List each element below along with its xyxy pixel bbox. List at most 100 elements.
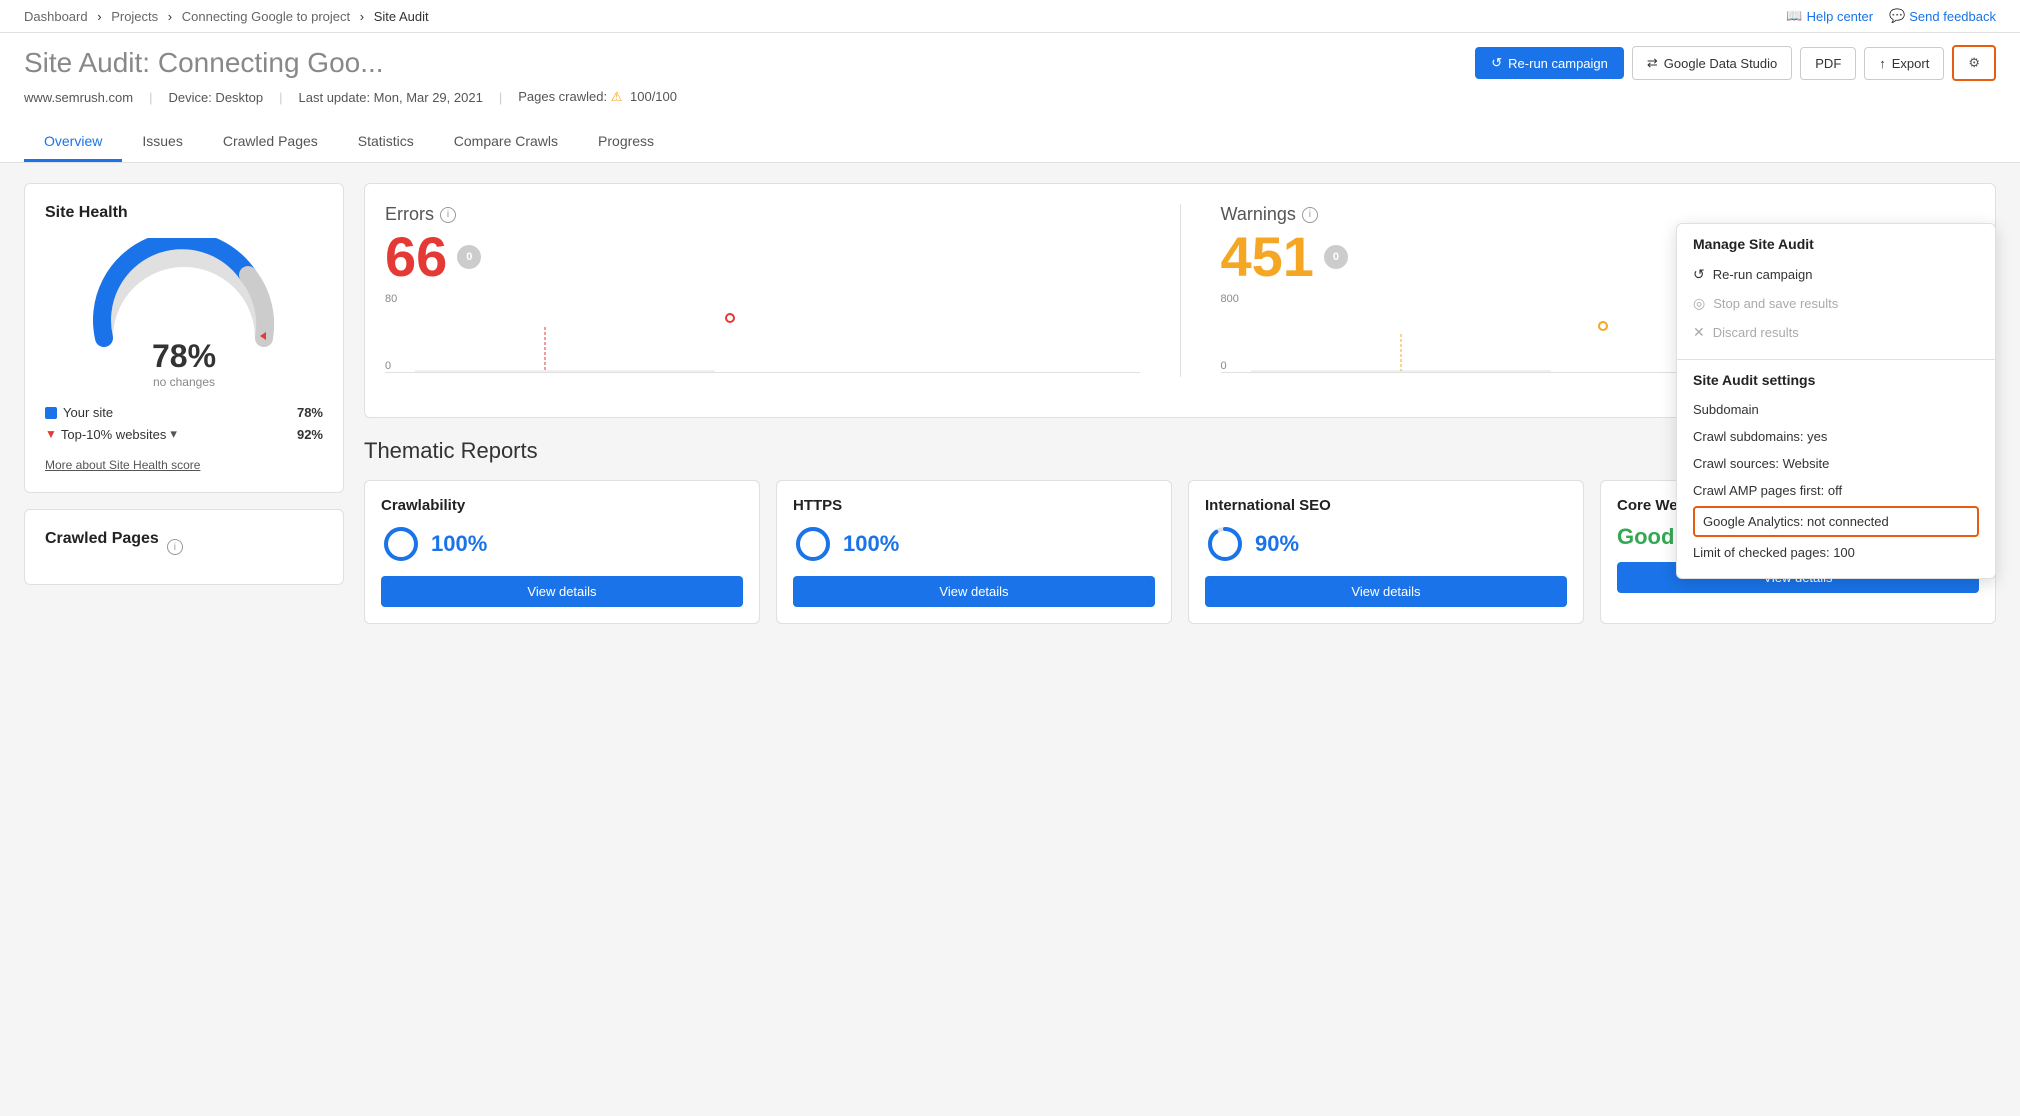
feedback-icon: 💬 bbox=[1889, 8, 1905, 24]
report-https: HTTPS 100% View details bbox=[776, 480, 1172, 624]
dropdown-menu: Manage Site Audit ↺ Re-run campaign ◎ St… bbox=[1676, 223, 1996, 579]
header-buttons: ↺ Re-run campaign ⇄ Google Data Studio P… bbox=[1475, 45, 1996, 81]
pages-crawled-label: Pages crawled: ⚠ 100/100 bbox=[518, 89, 677, 105]
dropdown-crawl-subdomains[interactable]: Crawl subdomains: yes bbox=[1693, 423, 1979, 450]
export-icon: ↑ bbox=[1879, 56, 1886, 71]
top10-dropdown-icon[interactable]: ▾ bbox=[170, 426, 177, 442]
gear-icon: ⚙ bbox=[1968, 55, 1980, 71]
dropdown-rerun[interactable]: ↺ Re-run campaign bbox=[1693, 260, 1979, 289]
red-arrow-icon: ▼ bbox=[45, 427, 57, 441]
tab-crawled-pages[interactable]: Crawled Pages bbox=[203, 123, 338, 162]
https-view-button[interactable]: View details bbox=[793, 576, 1155, 607]
tab-progress[interactable]: Progress bbox=[578, 123, 674, 162]
tab-issues[interactable]: Issues bbox=[122, 123, 202, 162]
rerun-dropdown-icon: ↺ bbox=[1693, 266, 1705, 283]
stop-icon: ◎ bbox=[1693, 295, 1705, 312]
rerun-campaign-button[interactable]: ↺ Re-run campaign bbox=[1475, 47, 1624, 79]
breadcrumb-project[interactable]: Connecting Google to project bbox=[182, 9, 350, 24]
crawlability-value: 100% bbox=[431, 531, 487, 557]
export-button[interactable]: ↑ Export bbox=[1864, 47, 1944, 80]
warnings-badge: 0 bbox=[1324, 245, 1348, 269]
tab-overview[interactable]: Overview bbox=[24, 123, 122, 162]
https-metric: 100% bbox=[793, 524, 1155, 564]
top-bar: Dashboard › Projects › Connecting Google… bbox=[0, 0, 2020, 33]
dropdown-limit[interactable]: Limit of checked pages: 100 bbox=[1693, 539, 1979, 566]
gauge-percent: 78% bbox=[152, 338, 216, 375]
crawled-pages-card: Crawled Pages i bbox=[24, 509, 344, 585]
pdf-button[interactable]: PDF bbox=[1800, 47, 1856, 80]
errors-chart-svg bbox=[415, 312, 715, 372]
site-health-card: Site Health 78% no changes bbox=[24, 183, 344, 493]
report-crawlability: Crawlability 100% View details bbox=[364, 480, 760, 624]
warnings-label: Warnings i bbox=[1221, 204, 1976, 225]
https-title: HTTPS bbox=[793, 497, 1155, 514]
errors-chart-top: 80 bbox=[385, 293, 397, 305]
intl-seo-circle bbox=[1205, 524, 1245, 564]
top10-value: 92% bbox=[297, 427, 323, 442]
warning-icon: ⚠ bbox=[611, 89, 626, 104]
crawlability-view-button[interactable]: View details bbox=[381, 576, 743, 607]
last-update-label: Last update: Mon, Mar 29, 2021 bbox=[299, 90, 483, 105]
tab-compare-crawls[interactable]: Compare Crawls bbox=[434, 123, 578, 162]
crawled-pages-info-icon[interactable]: i bbox=[167, 539, 183, 555]
domain-label: www.semrush.com bbox=[24, 90, 133, 105]
more-about-site-health-link[interactable]: More about Site Health score bbox=[45, 458, 200, 472]
rerun-icon: ↺ bbox=[1491, 55, 1502, 71]
settings-gear-button[interactable]: ⚙ bbox=[1952, 45, 1996, 81]
intl-seo-view-button[interactable]: View details bbox=[1205, 576, 1567, 607]
https-circle bbox=[793, 524, 833, 564]
breadcrumb-dashboard[interactable]: Dashboard bbox=[24, 9, 88, 24]
errors-block: Errors i 66 0 80 0 bbox=[385, 204, 1140, 377]
crawlability-title: Crawlability bbox=[381, 497, 743, 514]
breadcrumb-current: Site Audit bbox=[374, 9, 429, 24]
gauge-label: no changes bbox=[152, 375, 216, 389]
warnings-info-icon[interactable]: i bbox=[1302, 207, 1318, 223]
page-title: Site Audit: Connecting Goo... bbox=[24, 47, 384, 79]
dropdown-crawl-amp[interactable]: Crawl AMP pages first: off bbox=[1693, 477, 1979, 504]
top-actions: 📖 Help center 💬 Send feedback bbox=[1786, 8, 1996, 24]
warnings-value: 451 bbox=[1221, 229, 1314, 285]
warnings-chart-top: 800 bbox=[1221, 293, 1239, 305]
legend-top10: ▼ Top-10% websites ▾ 92% bbox=[45, 426, 323, 442]
dropdown-google-analytics[interactable]: Google Analytics: not connected bbox=[1693, 506, 1979, 537]
send-feedback-link[interactable]: 💬 Send feedback bbox=[1889, 8, 1996, 24]
settings-title: Site Audit settings bbox=[1693, 372, 1979, 388]
manage-title: Manage Site Audit bbox=[1693, 236, 1979, 252]
your-site-value: 78% bbox=[297, 405, 323, 420]
https-value: 100% bbox=[843, 531, 899, 557]
dropdown-crawl-sources[interactable]: Crawl sources: Website bbox=[1693, 450, 1979, 477]
settings-section: Site Audit settings Subdomain Crawl subd… bbox=[1677, 360, 1995, 578]
crawlability-circle bbox=[381, 524, 421, 564]
breadcrumb-projects[interactable]: Projects bbox=[111, 9, 158, 24]
errors-info-icon[interactable]: i bbox=[440, 207, 456, 223]
crawlability-metric: 100% bbox=[381, 524, 743, 564]
intl-seo-title: International SEO bbox=[1205, 497, 1567, 514]
gauge-container: 78% no changes bbox=[45, 238, 323, 389]
google-data-studio-button[interactable]: ⇄ Google Data Studio bbox=[1632, 46, 1792, 80]
site-health-title: Site Health bbox=[45, 204, 323, 222]
device-label: Device: Desktop bbox=[168, 90, 263, 105]
main-content: Site Health 78% no changes bbox=[0, 163, 2020, 763]
book-icon: 📖 bbox=[1786, 8, 1802, 24]
errors-value: 66 bbox=[385, 229, 447, 285]
meta-row: www.semrush.com | Device: Desktop | Last… bbox=[24, 89, 1996, 115]
dropdown-stop: ◎ Stop and save results bbox=[1693, 289, 1979, 318]
errors-value-row: 66 0 bbox=[385, 229, 1140, 285]
dropdown-subdomain[interactable]: Subdomain bbox=[1693, 396, 1979, 423]
cwv-value: Good bbox=[1617, 524, 1674, 550]
help-center-link[interactable]: 📖 Help center bbox=[1786, 8, 1873, 24]
warnings-chart-dot bbox=[1598, 321, 1608, 331]
tab-statistics[interactable]: Statistics bbox=[338, 123, 434, 162]
blue-dot bbox=[45, 407, 57, 419]
warnings-chart-svg bbox=[1251, 312, 1551, 372]
left-column: Site Health 78% no changes bbox=[24, 183, 344, 624]
legend-your-site: Your site 78% bbox=[45, 405, 323, 420]
manage-section: Manage Site Audit ↺ Re-run campaign ◎ St… bbox=[1677, 224, 1995, 360]
intl-seo-value: 90% bbox=[1255, 531, 1299, 557]
metric-divider bbox=[1180, 204, 1181, 377]
breadcrumb: Dashboard › Projects › Connecting Google… bbox=[24, 9, 429, 24]
header-section: Site Audit: Connecting Goo... ↺ Re-run c… bbox=[0, 33, 2020, 163]
errors-chart-dot bbox=[725, 313, 735, 323]
gds-icon: ⇄ bbox=[1647, 55, 1658, 71]
gauge-svg bbox=[84, 238, 284, 348]
